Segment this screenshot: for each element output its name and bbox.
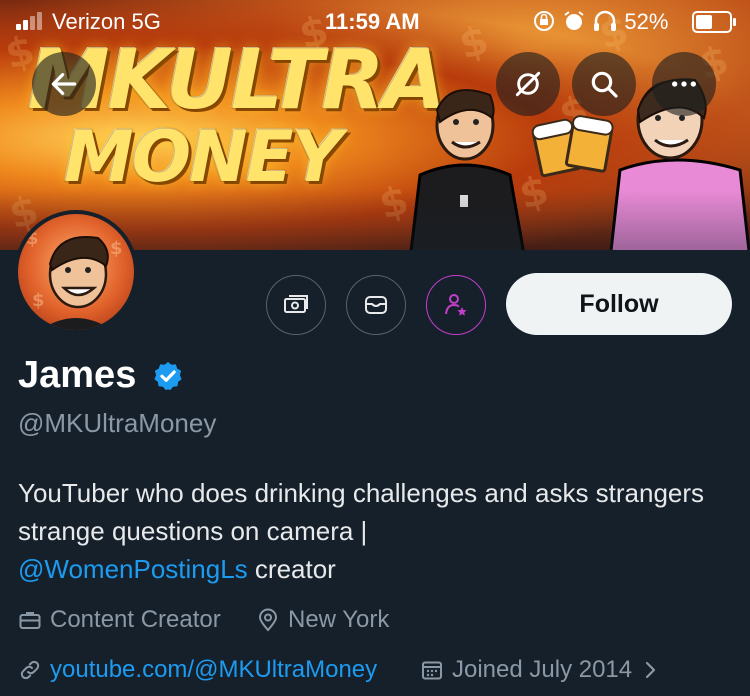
verified-badge-icon[interactable] <box>152 360 184 392</box>
profile-website[interactable]: youtube.com/@MKUltraMoney <box>18 656 377 684</box>
headphones-icon <box>594 10 617 31</box>
profile-handle: @MKUltraMoney <box>18 408 217 438</box>
grok-icon <box>515 71 541 97</box>
alarm-icon <box>564 11 584 30</box>
svg-text:$: $ <box>32 290 45 311</box>
follow-button[interactable]: Follow <box>506 273 732 335</box>
search-button[interactable] <box>572 52 636 116</box>
more-button[interactable] <box>652 52 716 116</box>
briefcase-icon <box>19 612 41 629</box>
search-icon <box>591 71 618 98</box>
website-link[interactable]: youtube.com/@MKUltraMoney <box>50 656 377 684</box>
notify-button[interactable] <box>426 275 486 335</box>
profile-joined[interactable]: Joined July 2014 <box>420 656 662 684</box>
joined-label: Joined July 2014 <box>452 656 633 683</box>
battery-percent: 52% <box>624 9 669 34</box>
arrow-left-icon <box>51 73 77 95</box>
svg-text:$: $ <box>110 238 123 259</box>
carrier-label: Verizon 5G <box>52 9 161 34</box>
link-icon <box>20 660 40 680</box>
signal-icon <box>16 12 46 30</box>
status-icons: 52% <box>532 9 668 35</box>
battery-icon <box>692 11 736 33</box>
location-pin-icon <box>258 608 278 632</box>
location-label: New York <box>288 606 390 633</box>
envelope-icon <box>365 296 387 314</box>
status-bar: Verizon 5G 11:59 AM 52% <box>0 0 750 40</box>
svg-text:$: $ <box>26 228 39 249</box>
profile-bio: YouTuber who does drinking challenges an… <box>18 474 733 588</box>
orientation-lock-icon <box>534 11 554 31</box>
calendar-icon <box>422 661 442 680</box>
category-label: Content Creator <box>50 606 221 633</box>
avatar-image: $ $ $ <box>26 228 123 330</box>
clock: 11:59 AM <box>325 9 420 34</box>
profile-category: Content Creator <box>18 606 221 634</box>
back-button[interactable] <box>32 52 96 116</box>
bio-text: YouTuber who does drinking challenges an… <box>18 478 705 546</box>
grok-button[interactable] <box>496 52 560 116</box>
profile-name: James <box>18 354 137 396</box>
avatar[interactable]: $ $ $ <box>14 210 138 334</box>
message-button[interactable] <box>346 275 406 335</box>
person-star-icon <box>445 294 467 316</box>
profile-location: New York <box>256 606 389 634</box>
more-icon <box>672 81 696 87</box>
chevron-right-icon <box>646 661 656 679</box>
subscribe-button[interactable] <box>266 275 326 335</box>
money-icon <box>284 295 308 313</box>
bio-tail: creator <box>247 554 336 584</box>
bio-mention-link[interactable]: @WomenPostingLs <box>18 554 248 584</box>
